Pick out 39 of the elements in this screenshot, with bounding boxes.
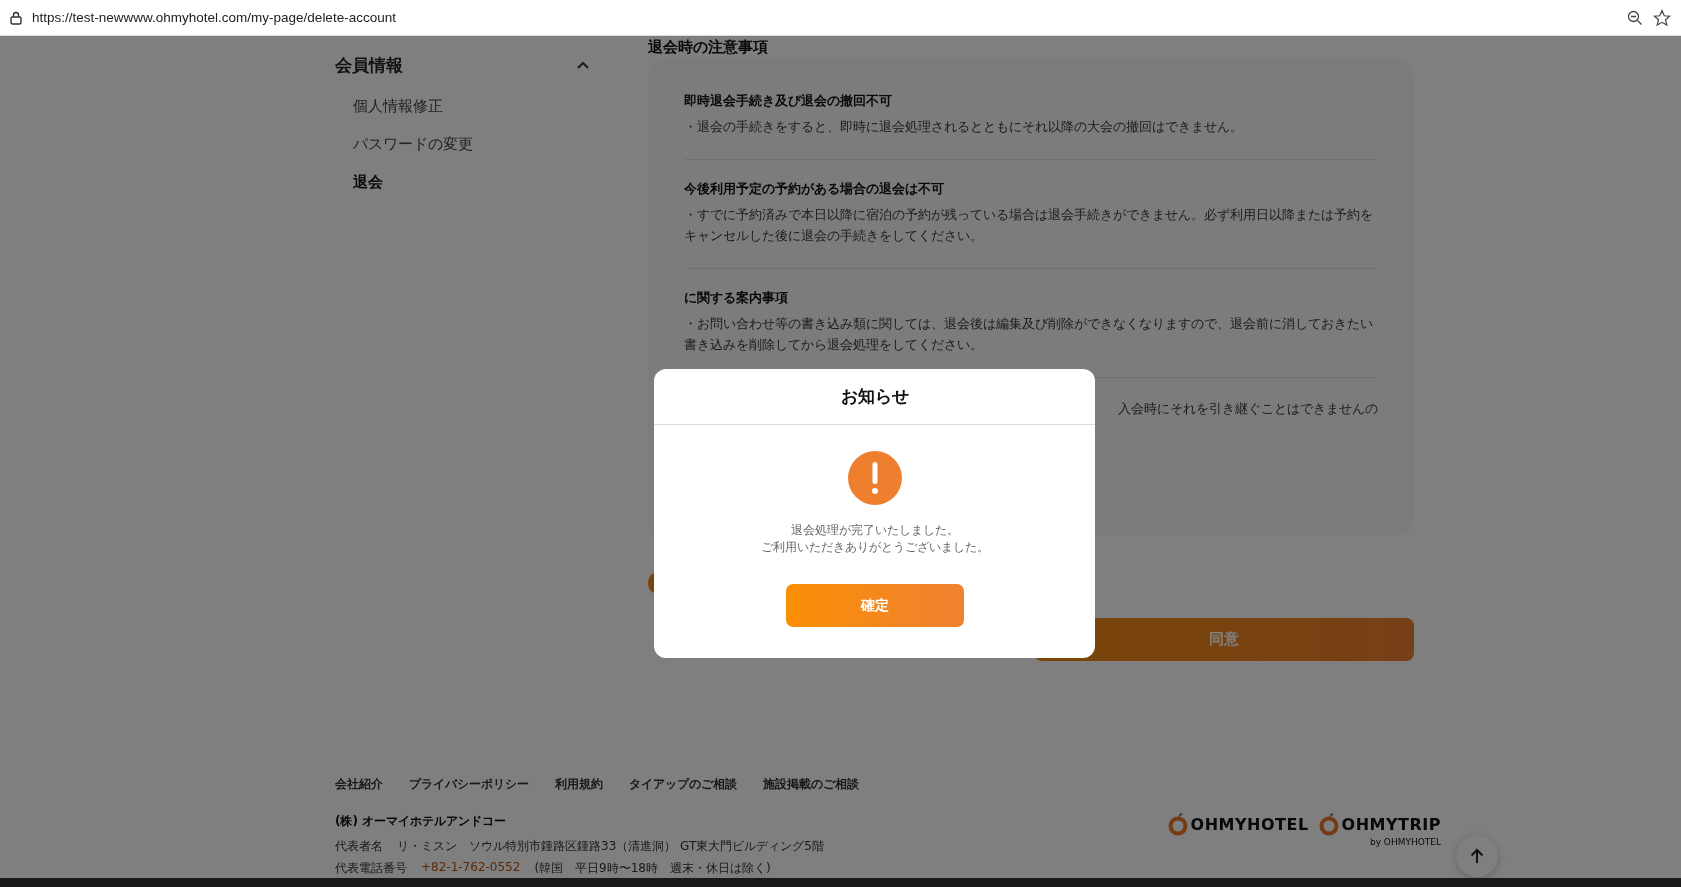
address-label: 代表者名 [335,838,383,855]
scroll-top-button[interactable] [1456,835,1498,877]
chevron-up-icon[interactable] [576,61,590,70]
notice-text: ・退会の手続きをすると、即時に退会処理されるとともにそれ以降の大会の撤回はできません。 [684,118,1244,136]
footer-link[interactable]: 施設掲載のご相談 [763,776,859,793]
phone-link[interactable]: +82-1-762-0552 [421,860,521,877]
sidebar-item[interactable]: 退会 [353,173,648,192]
phone-label: 代表電話番号 [335,860,407,877]
sidebar-item[interactable]: パスワードの変更 [353,135,648,154]
sidebar-title[interactable]: 会員情報 [335,54,403,77]
footer-link[interactable]: 利用規約 [555,776,603,793]
sidebar-item[interactable]: 個人情報修正 [353,97,648,116]
notice-text: 入会時にそれを引き継ぐことはできませんの [1118,400,1378,418]
arrow-up-icon [1470,848,1484,864]
lock-icon [10,10,22,25]
zoom-out-icon[interactable] [1627,9,1643,26]
notice-text: ・お問い合わせ等の書き込み類に関しては、退会後は編集及び削除ができなくなりますので、退会前に消しておきたい書き込みを削除してから退会処理をしてください。 [684,315,1374,354]
star-icon[interactable] [1653,8,1671,27]
address-text: リ・ミスン ソウル特別市鍾路区鍾路33（清進洞） GT東大門ビルディング5階 [397,838,824,855]
footer-link[interactable]: プライバシーポリシー [409,776,529,793]
exclamation-icon [847,451,902,505]
notice-title: に関する案内事項 [684,289,789,307]
logo-text: OHMYTRIP [1341,814,1441,834]
fruit-icon [1167,812,1188,836]
hours-text: (韓国 平日9時〜18時 週末・休日は除く) [534,860,771,877]
section-title: 退会時の注意事項 [648,38,769,58]
logo-subtitle: by OHMYHOTEL [1369,837,1441,847]
dialog-title: お知らせ [840,385,909,408]
notice-title: 今後利用予定の予約がある場合の退会は不可 [684,180,945,198]
footer-link[interactable]: タイアップのご相談 [629,776,737,793]
confirm-button[interactable]: 確定 [785,584,964,627]
url-text[interactable]: https://test-newwww.ohmyhotel.com/my-page/delete-account [32,10,1617,25]
logo-text: OHMYHOTEL [1190,814,1309,834]
footer-link[interactable]: 会社紹介 [335,776,383,793]
notice-text: ・すでに予約済みで本日以降に宿泊の予約が残っている場合は退会手続きができません。必ず利用日以降または予約をキャンセルした後に退会の手続きをしてください。 [684,206,1374,245]
dialog-message: 退会処理が完了いたしました。 ご利用いただきありがとうございました。 [760,522,989,556]
company-name: (株) オーマイホテルアンドコー [335,813,508,830]
notice-title: 即時退会手続き及び退会の撤回不可 [684,92,893,110]
fruit-icon [1318,812,1339,836]
